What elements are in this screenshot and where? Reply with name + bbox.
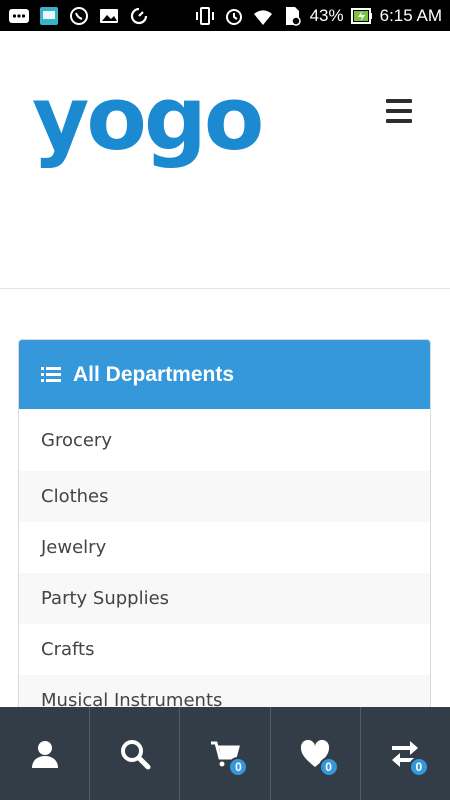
departments-title: All Departments — [73, 362, 235, 386]
department-item-clothes[interactable]: Clothes — [19, 471, 430, 522]
department-item-party-supplies[interactable]: Party Supplies — [19, 573, 430, 624]
departments-panel: All Departments Grocery Clothes Jewelry … — [18, 339, 431, 739]
status-bar: 43% 6:15 AM — [0, 0, 450, 31]
sim-icon — [281, 6, 303, 26]
battery-charging-icon — [350, 6, 373, 26]
bottom-nav: 0 0 0 — [0, 707, 450, 800]
logo-text: yogo — [32, 67, 264, 170]
battery-percent: 43% — [309, 5, 344, 25]
department-item-jewelry[interactable]: Jewelry — [19, 522, 430, 573]
user-icon — [31, 740, 58, 768]
clock: 6:15 AM — [379, 5, 442, 25]
whatsapp-icon — [68, 6, 90, 26]
hamburger-icon — [386, 99, 412, 103]
wishlist-button[interactable]: 0 — [271, 707, 361, 800]
cart-count-badge: 0 — [228, 757, 249, 777]
department-item-crafts[interactable]: Crafts — [19, 624, 430, 675]
departments-list: Grocery Clothes Jewelry Party Supplies C… — [19, 409, 430, 726]
app-icon — [38, 6, 60, 26]
alarm-icon — [223, 6, 245, 26]
notification-dots-icon — [8, 6, 30, 26]
wishlist-count-badge: 0 — [318, 757, 339, 777]
search-icon — [120, 739, 151, 769]
cart-button[interactable]: 0 — [180, 707, 271, 800]
status-bar-left — [8, 6, 150, 26]
departments-header[interactable]: All Departments — [19, 340, 430, 409]
site-header: yogo — [0, 31, 450, 289]
wifi-icon — [252, 6, 274, 26]
compare-count-badge: 0 — [408, 757, 429, 777]
yogo-logo[interactable]: yogo — [32, 75, 264, 171]
vibrate-icon — [194, 6, 216, 26]
list-icon — [41, 366, 61, 384]
compare-button[interactable]: 0 — [361, 707, 450, 800]
search-button[interactable] — [90, 707, 181, 800]
menu-button[interactable] — [386, 99, 412, 123]
status-bar-right: 43% 6:15 AM — [194, 6, 442, 26]
department-item-grocery[interactable]: Grocery — [19, 409, 430, 471]
account-button[interactable] — [0, 707, 91, 800]
image-icon — [98, 6, 120, 26]
sync-icon — [128, 6, 150, 26]
